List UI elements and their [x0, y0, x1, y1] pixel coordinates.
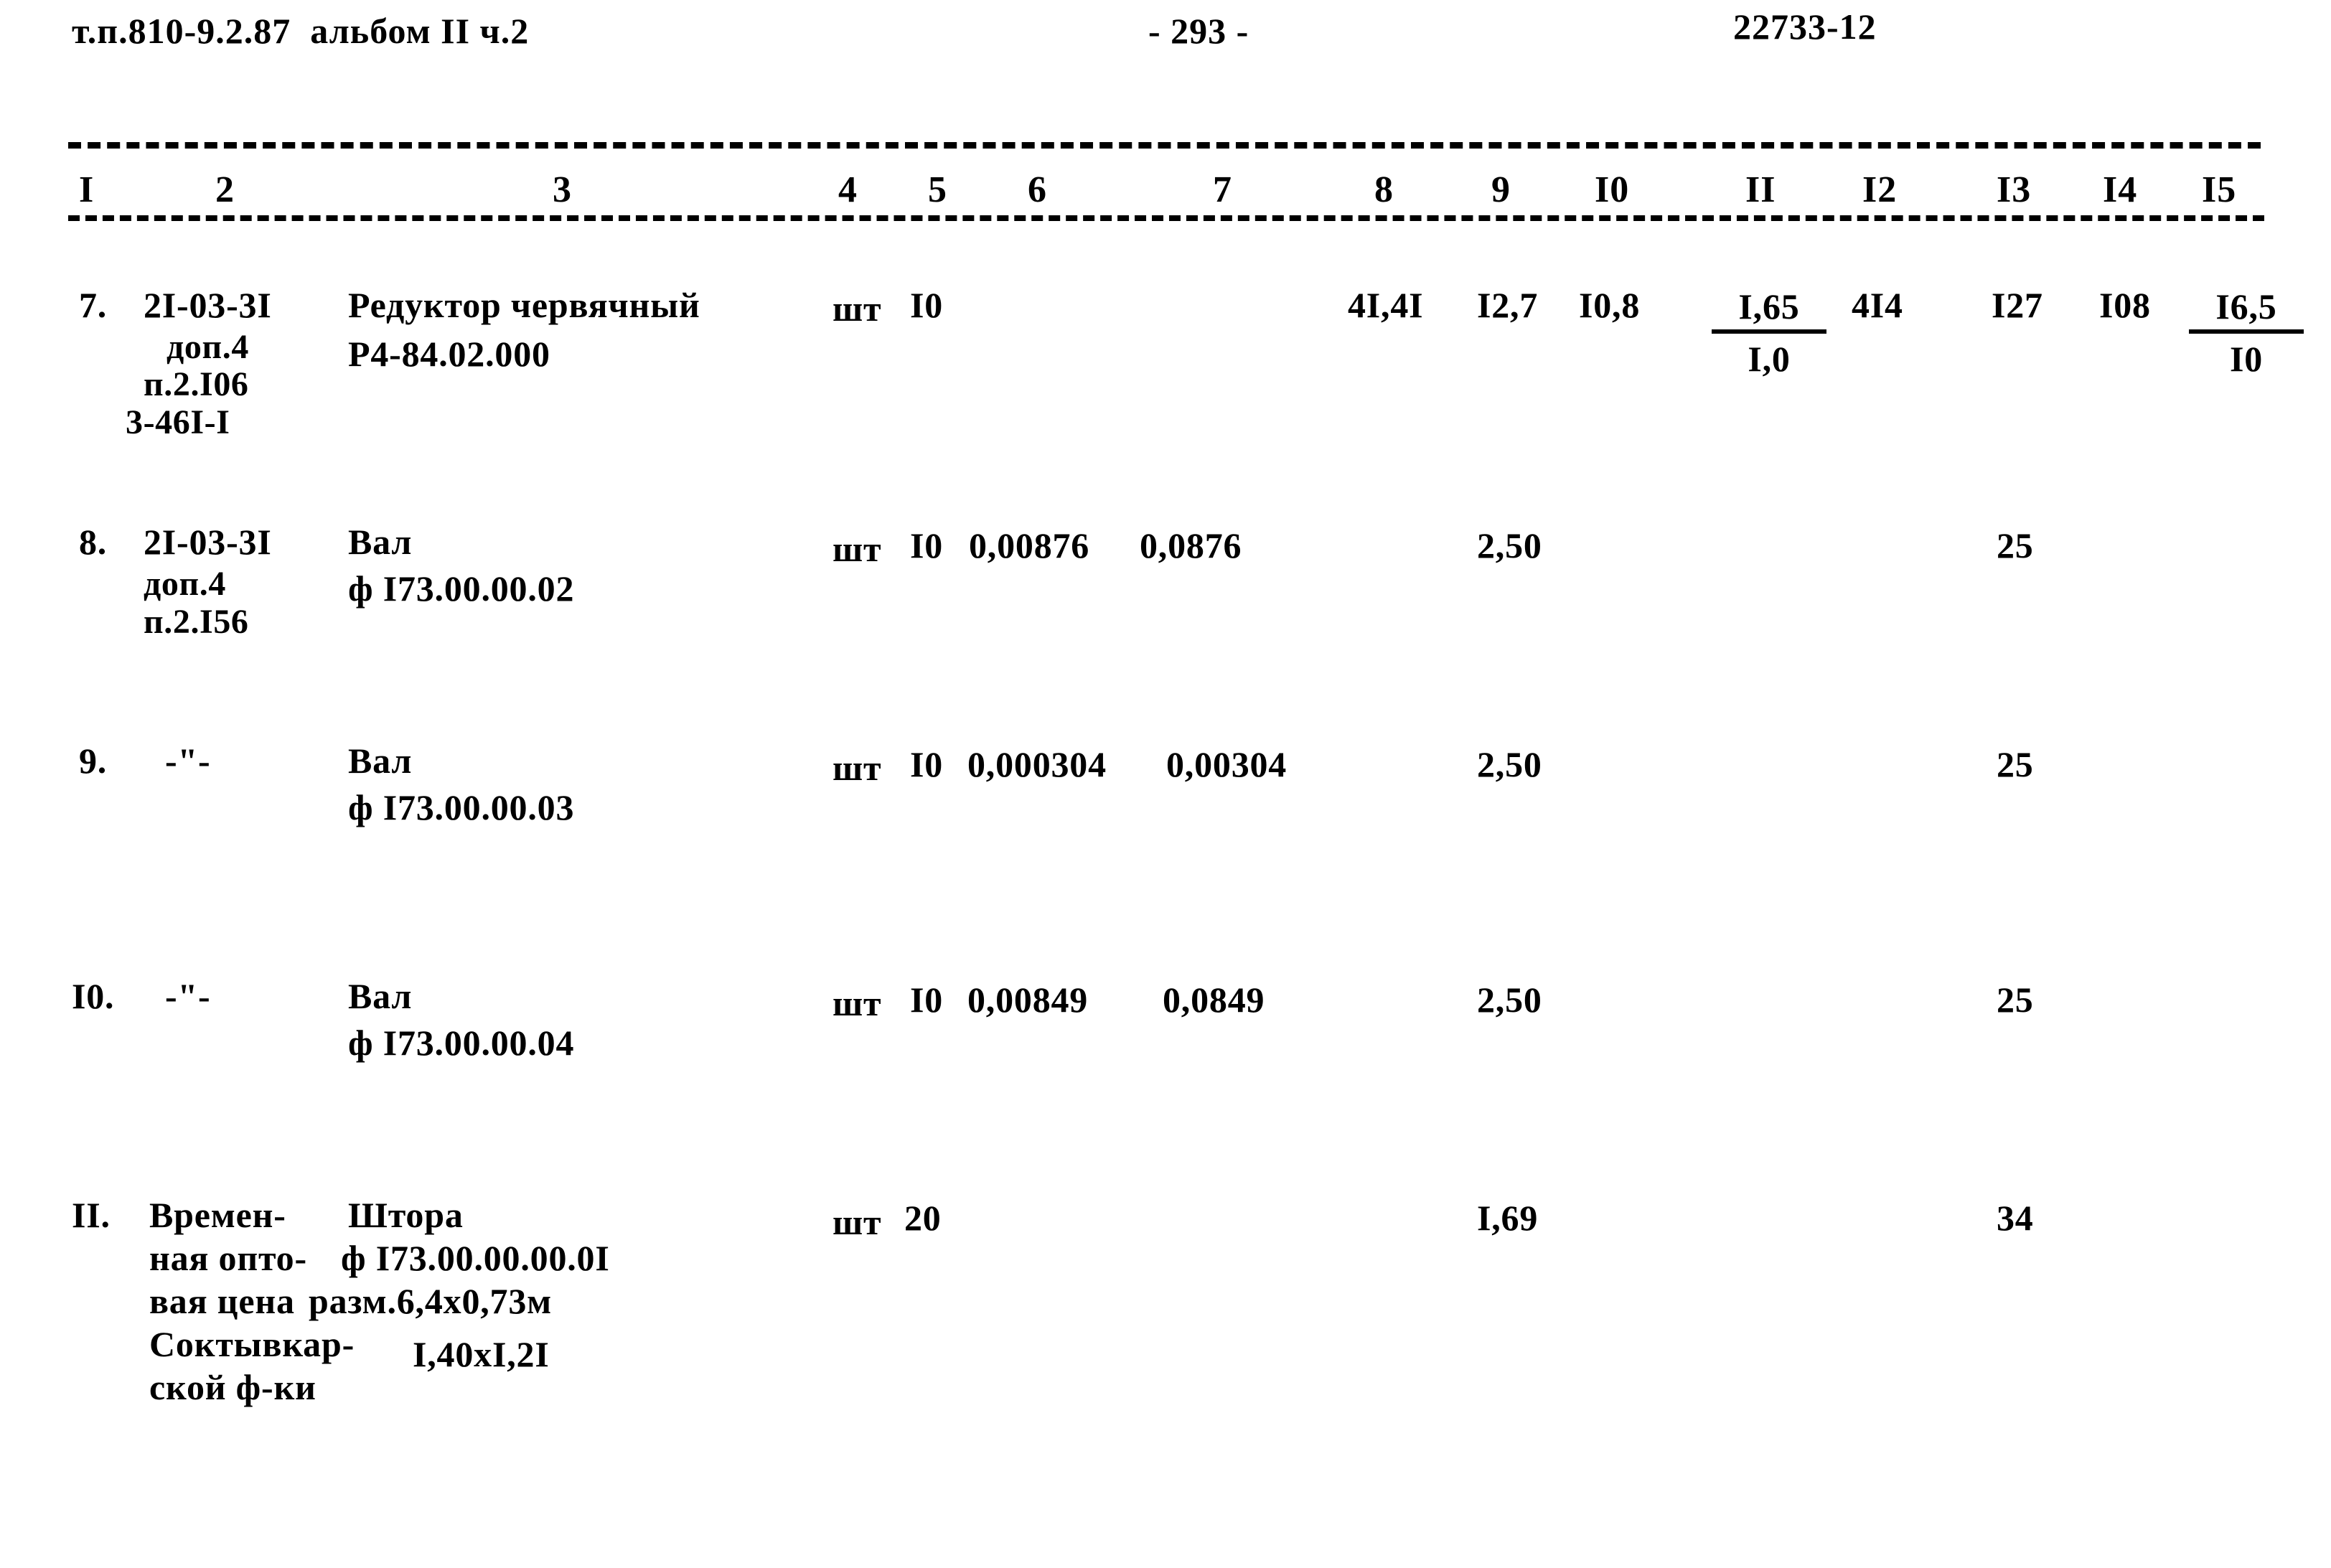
- column-number-5: 5: [928, 169, 947, 210]
- row-col11-fraction: I,65 I,0: [1712, 286, 1826, 380]
- column-number-14: I4: [2103, 169, 2138, 210]
- header-sheet-code: 22733-12: [1733, 6, 1877, 47]
- row-col7: 0,0849: [1163, 980, 1265, 1020]
- row-code-line: -"-: [165, 976, 211, 1016]
- row-quantity: I0: [910, 525, 944, 565]
- row-name-line: Вал: [348, 741, 413, 781]
- row-col15-denominator: I0: [2229, 339, 2264, 379]
- row-code-line: -"-: [165, 741, 211, 781]
- row-col9: I,69: [1477, 1198, 1539, 1238]
- column-number-8: 8: [1374, 169, 1394, 210]
- row-code-line: п.2.I56: [144, 603, 249, 641]
- row-col6: 0,000304: [967, 744, 1107, 784]
- row-col10: I0,8: [1579, 285, 1641, 325]
- row-code-line: 2I-03-3I: [144, 522, 272, 562]
- row-col6: 0,00876: [969, 525, 1090, 565]
- column-number-11: II: [1745, 169, 1776, 210]
- row-name-line: Редуктор червячный: [348, 285, 700, 325]
- row-code-line: 3-46I-I: [126, 403, 230, 441]
- row-col7: 0,0876: [1140, 525, 1242, 565]
- header-document-code: т.п.810-9.2.87 альбом II ч.2: [72, 11, 530, 51]
- column-number-12: I2: [1862, 169, 1898, 210]
- row-col11-numerator: I,65: [1712, 286, 1826, 334]
- column-number-6: 6: [1028, 169, 1047, 210]
- column-number-2: 2: [215, 169, 235, 210]
- row-unit: шт: [832, 288, 882, 329]
- row-col9: 2,50: [1477, 525, 1542, 565]
- row-name-line: ф I73.00.00.04: [348, 1023, 575, 1063]
- row-quantity: I0: [910, 980, 944, 1020]
- row-code-line: доп.4: [144, 565, 226, 603]
- row-col8: 4I,4I: [1348, 285, 1424, 325]
- row-col13: 25: [1997, 980, 2034, 1020]
- row-code-line: 2I-03-3I: [144, 285, 272, 325]
- row-col7: 0,00304: [1166, 744, 1288, 784]
- row-index: 8.: [79, 522, 108, 562]
- row-code-line: п.2.I06: [144, 365, 249, 403]
- row-col9: 2,50: [1477, 744, 1542, 784]
- row-code-line: ная опто-: [149, 1238, 307, 1278]
- row-col14: I08: [2099, 285, 2151, 325]
- row-code-line: Времен-: [149, 1195, 286, 1235]
- row-name-line: разм.6,4х0,73м: [309, 1281, 553, 1321]
- column-number-1: I: [79, 169, 95, 210]
- row-code-line: вая цена: [149, 1281, 295, 1321]
- row-quantity: I0: [910, 285, 944, 325]
- row-col9: I2,7: [1477, 285, 1539, 325]
- row-index: 7.: [79, 285, 108, 325]
- row-unit: шт: [832, 529, 882, 569]
- row-index: 9.: [79, 741, 108, 781]
- row-code-line: доп.4: [166, 328, 249, 366]
- column-number-10: I0: [1595, 169, 1630, 210]
- row-col13: 25: [1997, 744, 2034, 784]
- row-quantity: 20: [904, 1198, 942, 1238]
- row-name-line: ф I73.00.00.02: [348, 568, 575, 609]
- column-number-7: 7: [1213, 169, 1232, 210]
- row-name-line: ф I73.00.00.03: [348, 787, 575, 827]
- row-col11-denominator: I,0: [1748, 339, 1791, 379]
- column-number-4: 4: [838, 169, 858, 210]
- header-page-number: - 293 -: [1148, 11, 1249, 51]
- row-code-line: ской ф-ки: [149, 1367, 316, 1407]
- row-col13: I27: [1992, 285, 2043, 325]
- row-col15-fraction: I6,5 I0: [2189, 286, 2304, 380]
- row-col6: 0,00849: [967, 980, 1089, 1020]
- row-unit: шт: [832, 983, 882, 1023]
- row-name-line: Вал: [348, 522, 413, 562]
- document-page: т.п.810-9.2.87 альбом II ч.2 - 293 - 227…: [0, 0, 2331, 1568]
- column-number-9: 9: [1491, 169, 1511, 210]
- column-number-15: I5: [2202, 169, 2237, 210]
- column-number-13: I3: [1997, 169, 2032, 210]
- row-unit: шт: [832, 1202, 882, 1242]
- row-name-line: Вал: [348, 976, 413, 1016]
- row-col13: 25: [1997, 525, 2034, 565]
- row-unit: шт: [832, 748, 882, 788]
- row-index: I0.: [72, 976, 115, 1016]
- column-number-3: 3: [553, 169, 572, 210]
- row-name-line: I,40хI,2I: [413, 1334, 550, 1374]
- column-header-divider: [68, 215, 2264, 221]
- row-name-line: Р4-84.02.000: [348, 334, 550, 374]
- table-top-divider: [68, 142, 2261, 149]
- row-quantity: I0: [910, 744, 944, 784]
- row-name-line: Штора: [348, 1195, 464, 1235]
- row-col13: 34: [1997, 1198, 2034, 1238]
- row-col12: 4I4: [1852, 285, 1903, 325]
- row-col15-numerator: I6,5: [2189, 286, 2304, 334]
- row-code-line: Соктывкар-: [149, 1324, 355, 1364]
- row-name-line: ф I73.00.00.00.0I: [341, 1238, 610, 1278]
- row-index: II.: [72, 1195, 111, 1235]
- row-col9: 2,50: [1477, 980, 1542, 1020]
